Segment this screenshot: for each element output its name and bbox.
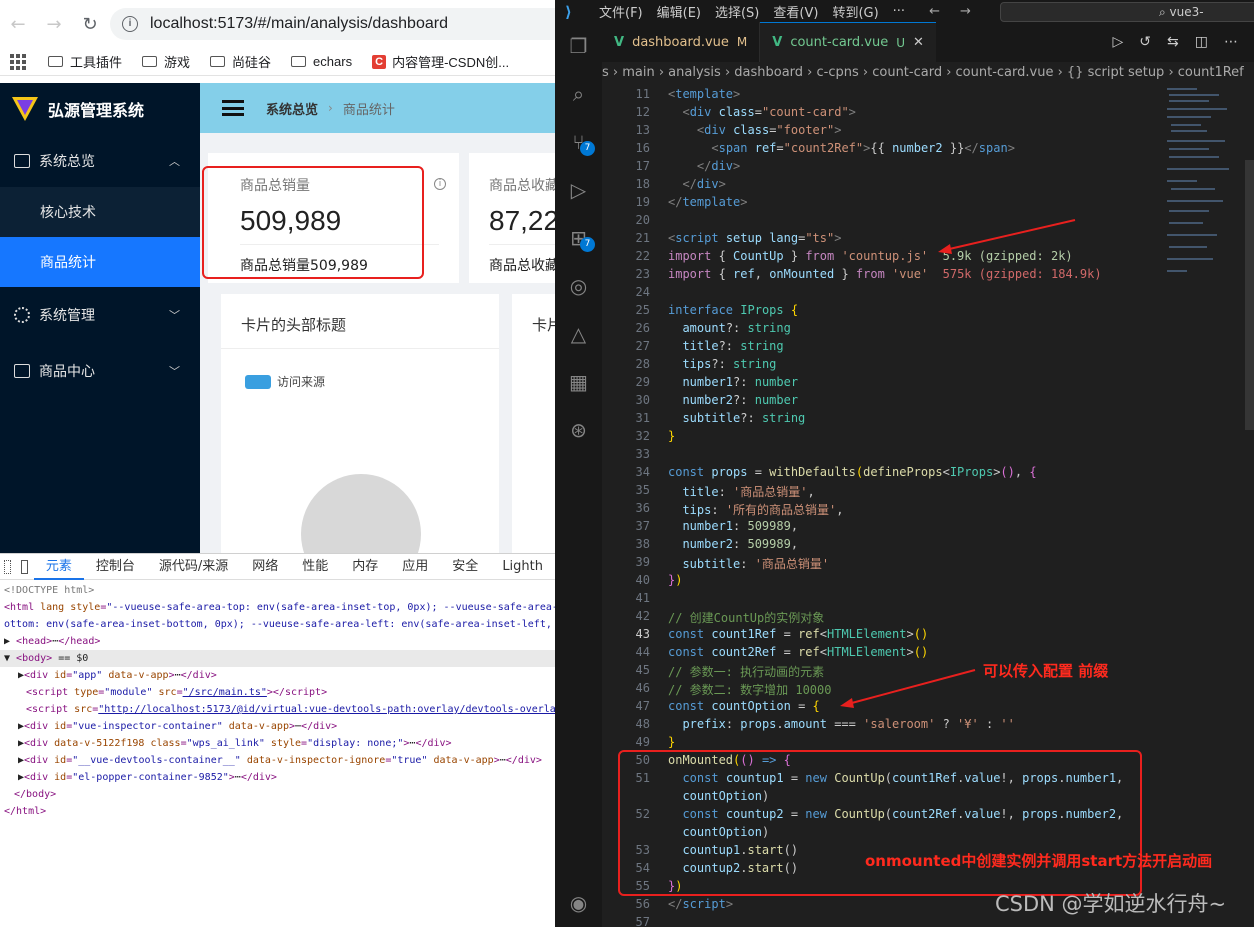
- annotation-box: [618, 750, 1142, 896]
- annotation-note: 可以传入配置 前缀: [983, 662, 1109, 680]
- watermark: CSDN @学如逆水行舟~: [995, 892, 1227, 916]
- annotation-note: onmounted中创建实例并调用start方法开启动画: [865, 852, 1213, 870]
